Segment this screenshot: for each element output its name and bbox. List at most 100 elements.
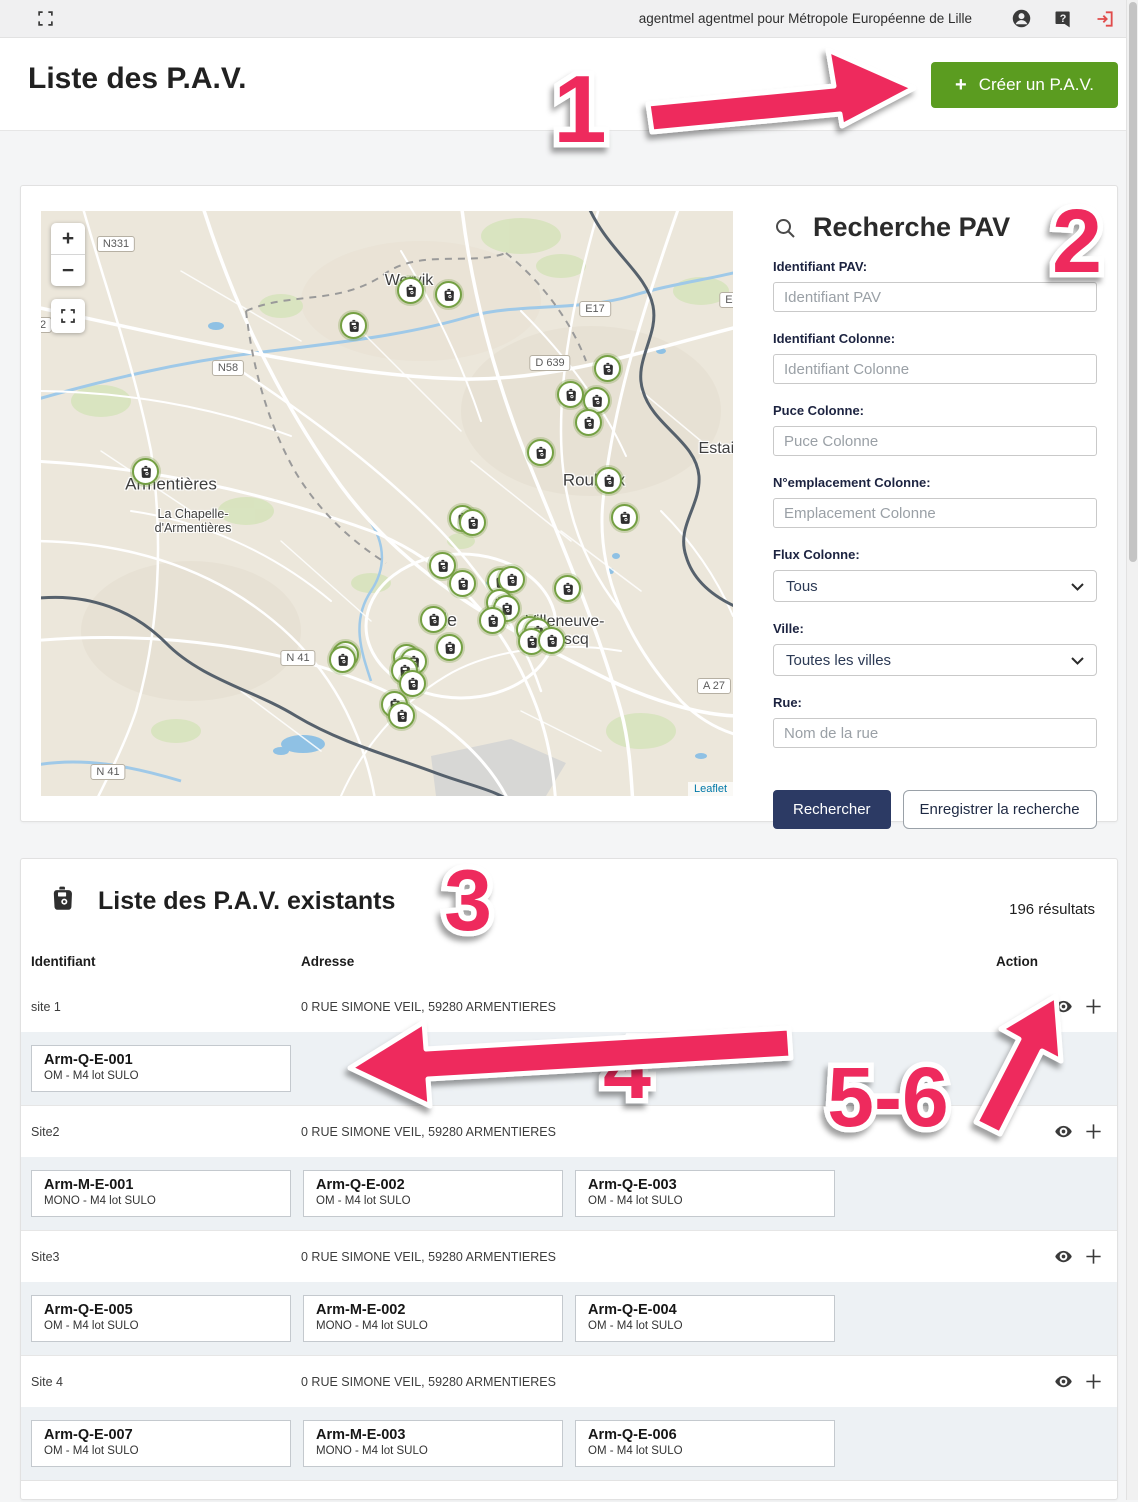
add-column-button[interactable] [1084,1122,1103,1141]
puce-colonne-input[interactable] [773,426,1097,456]
site-address: 0 RUE SIMONE VEIL, 59280 ARMENTIERES [301,1375,556,1389]
view-site-button[interactable] [1053,1371,1074,1392]
pav-column-card[interactable]: Arm-M-E-001MONO - M4 lot SULO [31,1170,291,1217]
view-site-button[interactable] [1053,996,1074,1017]
add-column-button[interactable] [1084,1247,1103,1266]
site-row: site 1 0 RUE SIMONE VEIL, 59280 ARMENTIE… [21,981,1117,1105]
pav-map-marker[interactable] [436,634,463,661]
road-badge: E4 [719,292,733,308]
identifiant-pav-input[interactable] [773,282,1097,312]
pav-column-card[interactable]: Arm-Q-E-001OM - M4 lot SULO [31,1045,291,1092]
help-icon[interactable]: ? [1052,8,1074,30]
user-icon[interactable] [1010,8,1032,30]
pav-map-marker[interactable] [595,467,622,494]
pav-map-marker[interactable] [554,575,581,602]
pav-map-marker[interactable] [420,606,447,633]
search-icon [773,216,797,240]
pav-column-id: Arm-M-E-002 [316,1302,562,1318]
fullscreen-icon[interactable] [34,8,56,30]
scrollbar-thumb[interactable] [1129,2,1137,562]
scrollbar[interactable] [1126,0,1138,1500]
identifiant-colonne-input[interactable] [773,354,1097,384]
pav-column-type: OM - M4 lot SULO [588,1320,834,1332]
ville-select[interactable]: Toutes les villes [773,644,1097,676]
pav-column-card[interactable]: Arm-Q-E-003OM - M4 lot SULO [575,1170,835,1217]
search-panel: Recherche PAV Identifiant PAV:Identifian… [773,212,1097,829]
pav-bin-icon [442,288,456,302]
road-badge: E17 [579,301,611,317]
pav-column-card[interactable]: Arm-Q-E-006OM - M4 lot SULO [575,1420,835,1467]
logout-icon[interactable] [1094,8,1116,30]
pav-column-card[interactable]: Arm-Q-E-004 OM - M4 lot SULO [575,1295,835,1342]
pav-bin-icon [436,559,450,573]
pav-column-type: OM - M4 lot SULO [44,1320,290,1332]
pav-bin-icon [347,319,361,333]
pav-column-card[interactable]: Arm-M-E-002 MONO - M4 lot SULO [303,1295,563,1342]
pav-map-marker[interactable] [459,509,486,536]
pav-map-marker[interactable] [449,570,476,597]
pav-column-type: OM - M4 lot SULO [44,1070,290,1082]
road-badge: N 41 [280,650,315,666]
field-label: Identifiant Colonne: [773,331,1097,346]
pav-map-marker[interactable] [575,409,602,436]
pav-map-marker[interactable] [388,702,415,729]
pav-bin-icon [427,613,441,627]
add-column-button[interactable] [1084,1372,1103,1391]
map[interactable]: N331322N58E17E4D 639A 27N 41N 41WervikAr… [41,211,733,796]
pav-map-marker[interactable] [397,277,424,304]
pav-map-marker[interactable] [435,281,462,308]
select-value: Toutes les villes [786,652,891,669]
pav-column-id: Arm-Q-E-004 [588,1302,834,1318]
pav-column-type: MONO - M4 lot SULO [44,1195,290,1207]
rue-input[interactable] [773,718,1097,748]
pav-map-marker[interactable] [399,670,426,697]
pav-map-marker[interactable] [538,627,565,654]
pav-map-marker[interactable] [527,439,554,466]
add-column-icon [1084,997,1103,1016]
view-site-button[interactable] [1053,1121,1074,1142]
zoom-in-button[interactable]: + [51,223,85,255]
pav-map-marker[interactable] [479,607,506,634]
add-column-button[interactable] [1084,997,1103,1016]
pav-column-card[interactable]: Arm-M-E-003MONO - M4 lot SULO [303,1420,563,1467]
pav-map-marker[interactable] [340,312,367,339]
pav-bin-icon [505,573,519,587]
pav-map-marker[interactable] [557,381,584,408]
site-name: site 1 [31,1000,61,1014]
pav-map-marker[interactable] [594,355,621,382]
pav-column-type: OM - M4 lot SULO [588,1445,834,1457]
create-pav-button[interactable]: + Créer un P.A.V. [931,62,1118,108]
field-label: Rue: [773,695,1097,710]
view-site-icon [1053,996,1074,1017]
pav-column-type: MONO - M4 lot SULO [316,1320,562,1332]
pav-bin-icon [139,465,153,479]
page-title: Liste des P.A.V. [28,62,246,96]
zoom-out-button[interactable]: − [51,255,85,286]
site-address: 0 RUE SIMONE VEIL, 59280 ARMENTIERES [301,1125,556,1139]
pav-bin-icon [582,416,596,430]
pav-map-marker[interactable] [329,646,356,673]
pav-column-card[interactable]: Arm-Q-E-002OM - M4 lot SULO [303,1170,563,1217]
search-title: Recherche PAV [813,212,1010,243]
view-site-icon [1053,1371,1074,1392]
view-site-button[interactable] [1053,1246,1074,1267]
map-fullscreen-button[interactable] [51,299,85,333]
pav-bin-icon [336,653,350,667]
save-search-button[interactable]: Enregistrer la recherche [903,790,1097,829]
site-row: Site 4 0 RUE SIMONE VEIL, 59280 ARMENTIE… [21,1355,1117,1480]
pav-map-marker[interactable] [132,458,159,485]
chevron-down-icon [1071,657,1084,665]
search-button[interactable]: Rechercher [773,790,891,829]
pav-column-card[interactable]: Arm-Q-E-005OM - M4 lot SULO [31,1295,291,1342]
map-search-panel: N331322N58E17E4D 639A 27N 41N 41WervikAr… [20,185,1118,822]
flux-colonne-select[interactable]: Tous [773,570,1097,602]
emplacement-colonne-input[interactable] [773,498,1097,528]
pav-bin-icon [602,474,616,488]
pav-column-card[interactable]: Arm-Q-E-007OM - M4 lot SULO [31,1420,291,1467]
leaflet-attribution[interactable]: Leaflet [688,782,733,796]
plus-icon: + [955,74,967,97]
pav-column-type: OM - M4 lot SULO [316,1195,562,1207]
road-badge: A 27 [697,678,731,694]
site-name: Site2 [31,1125,60,1139]
pav-map-marker[interactable] [611,504,638,531]
